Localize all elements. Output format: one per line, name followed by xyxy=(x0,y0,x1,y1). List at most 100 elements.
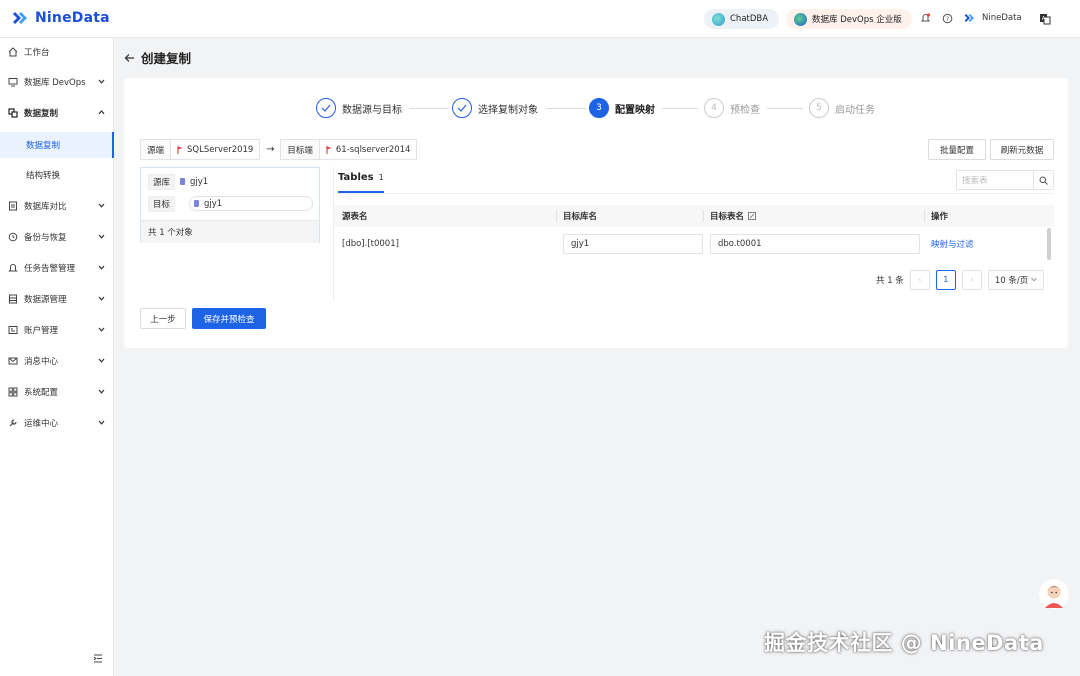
sidebar: 工作台 数据库 DevOps 数据复制 数据复制 结构转换 数据库对比 备份与恢… xyxy=(0,38,114,676)
sidebar-item-label: 数据复制 xyxy=(24,107,58,119)
sidebar-item-ops-center[interactable]: 运维中心 xyxy=(0,409,114,437)
target-value: 61-sqlserver2014 xyxy=(336,145,411,155)
column-separator xyxy=(924,210,925,222)
sidebar-item-label: 数据源管理 xyxy=(24,293,67,305)
chevron-down-icon xyxy=(98,419,105,426)
sidebar-item-messages[interactable]: 消息中心 xyxy=(0,347,114,375)
language-icon[interactable]: A xyxy=(1039,13,1051,25)
sidebar-item-label: 运维中心 xyxy=(24,417,58,429)
logo[interactable]: NineData xyxy=(12,9,110,27)
table-header: 源表名 目标库名 目标表名 操作 xyxy=(334,205,1054,227)
alert-icon xyxy=(8,263,18,273)
column-separator xyxy=(556,210,557,222)
sidebar-item-label: 数据复制 xyxy=(26,139,60,151)
page-size-select[interactable]: 10 条/页 xyxy=(988,270,1044,290)
sidebar-item-system-config[interactable]: 系统配置 xyxy=(0,378,114,406)
monitor-icon xyxy=(8,77,18,87)
sidebar-subitem-schema-conversion[interactable]: 结构转换 xyxy=(0,162,114,188)
column-header: 操作 xyxy=(931,205,948,227)
target-tag: 目标端 xyxy=(280,139,320,160)
page-number-button[interactable]: 1 xyxy=(936,270,956,290)
sidebar-item-db-compare[interactable]: 数据库对比 xyxy=(0,192,114,220)
target-table-name-input[interactable]: dbo.t0001 xyxy=(710,234,920,254)
user-name: NineData xyxy=(982,13,1022,23)
step-connector xyxy=(546,108,586,109)
sidebar-item-alerts[interactable]: 任务告警管理 xyxy=(0,254,114,282)
refresh-metadata-button[interactable]: 刷新元数据 xyxy=(990,139,1054,160)
prev-page-button[interactable]: ‹ xyxy=(910,270,930,290)
page-size-value: 10 条/页 xyxy=(995,274,1028,286)
table-search[interactable]: 搜索表 xyxy=(956,170,1054,190)
target-db-input[interactable]: gjy1 xyxy=(189,196,313,211)
previous-step-button[interactable]: 上一步 xyxy=(140,308,186,329)
save-and-precheck-button[interactable]: 保存并预检查 xyxy=(192,308,266,329)
step-label: 启动任务 xyxy=(835,101,875,116)
target-db-name-input[interactable]: gjy1 xyxy=(563,234,703,254)
search-icon xyxy=(1039,176,1048,185)
chatdba-button[interactable]: ChatDBA xyxy=(704,9,779,29)
sidebar-subitem-replication[interactable]: 数据复制 xyxy=(0,132,114,158)
step-5: 5 启动任务 xyxy=(809,98,875,118)
sidebar-item-devops[interactable]: 数据库 DevOps xyxy=(0,68,114,96)
sqlserver-icon xyxy=(177,146,183,154)
step-label: 配置映射 xyxy=(615,101,655,116)
chevron-down-icon xyxy=(98,326,105,333)
step-1: 数据源与目标 xyxy=(316,98,402,118)
source-tag: 源端 xyxy=(140,139,171,160)
database-icon xyxy=(180,178,185,185)
user-menu[interactable]: NineData xyxy=(964,12,1022,24)
back-arrow-icon[interactable] xyxy=(124,53,135,63)
chevron-down-icon xyxy=(98,295,105,302)
arrow-right-icon: → xyxy=(260,144,280,155)
sidebar-item-label: 数据库 DevOps xyxy=(24,76,86,88)
step-number: 3 xyxy=(589,98,609,118)
step-3: 3 配置映射 xyxy=(589,98,655,118)
sidebar-item-replication[interactable]: 数据复制 xyxy=(0,99,114,127)
search-button[interactable] xyxy=(1033,171,1053,189)
step-4: 4 预检查 xyxy=(704,98,760,118)
chevron-down-icon xyxy=(98,388,105,395)
search-input[interactable]: 搜索表 xyxy=(957,174,1033,186)
edit-icon[interactable] xyxy=(748,212,756,220)
devops-label: 数据库 DevOps 企业版 xyxy=(812,13,902,25)
source-db-label: 源库 xyxy=(148,174,175,190)
chevron-down-icon xyxy=(98,357,105,364)
check-icon xyxy=(452,98,472,118)
home-icon xyxy=(8,47,18,57)
tab-count: 1 xyxy=(379,173,384,182)
chevron-down-icon xyxy=(98,233,105,240)
sidebar-item-backup[interactable]: 备份与恢复 xyxy=(0,223,114,251)
collapse-sidebar-icon[interactable] xyxy=(93,654,103,663)
sidebar-item-datasources[interactable]: 数据源管理 xyxy=(0,285,114,313)
sidebar-item-workbench[interactable]: 工作台 xyxy=(0,38,114,66)
database-icon xyxy=(194,200,199,207)
column-separator xyxy=(703,210,704,222)
sidebar-item-label: 工作台 xyxy=(24,46,50,58)
column-header-target-table: 目标表名 xyxy=(710,205,756,227)
next-page-button[interactable]: › xyxy=(962,270,982,290)
ninedata-logo-icon xyxy=(12,9,30,27)
page-title: 创建复制 xyxy=(141,48,191,67)
target-db-value: gjy1 xyxy=(204,199,222,209)
step-connector xyxy=(767,108,803,109)
source-value: SQLServer2019 xyxy=(187,145,253,155)
sidebar-item-accounts[interactable]: 账户管理 xyxy=(0,316,114,344)
notification-icon[interactable] xyxy=(920,13,931,24)
chevron-up-icon xyxy=(98,109,105,116)
devops-edition-button[interactable]: 数据库 DevOps 企业版 xyxy=(786,9,912,29)
grid-icon xyxy=(8,387,18,397)
pagination-total: 共 1 条 xyxy=(876,274,904,286)
check-icon xyxy=(316,98,336,118)
table-scrollbar[interactable] xyxy=(1047,228,1051,260)
source-table-name: [dbo].[t0001] xyxy=(342,234,399,254)
support-avatar-icon[interactable] xyxy=(1038,578,1070,610)
compare-icon xyxy=(8,201,18,211)
watermark: 掘金技术社区 @ NineData xyxy=(764,627,1044,657)
database-mapping-panel[interactable]: 源库 gjy1 目标 gjy1 共 1 个对象 xyxy=(140,167,320,243)
datasource-icon xyxy=(8,294,18,304)
tab-tables[interactable]: Tables 1 xyxy=(338,172,384,183)
help-icon[interactable]: ? xyxy=(942,13,953,24)
svg-text:?: ? xyxy=(946,16,949,23)
mapping-filter-link[interactable]: 映射与过滤 xyxy=(931,234,974,254)
batch-config-button[interactable]: 批量配置 xyxy=(928,139,986,160)
